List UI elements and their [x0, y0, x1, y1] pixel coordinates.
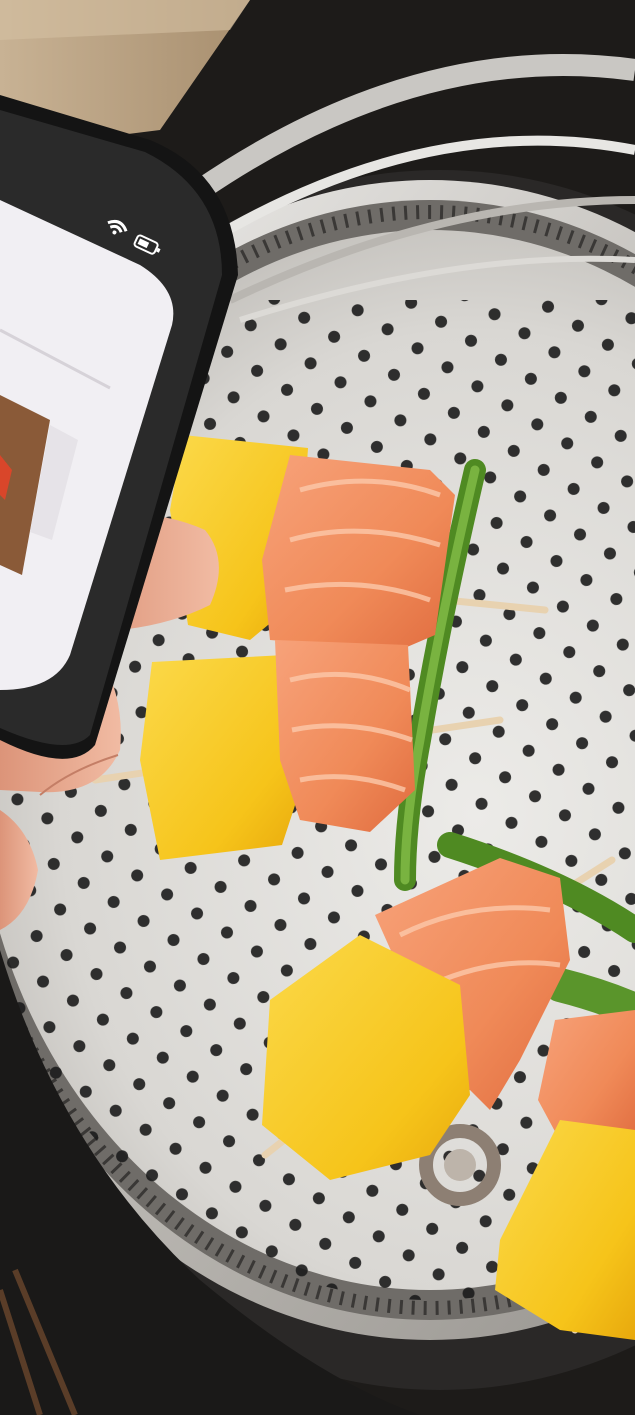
photo-scene: [0, 0, 635, 1415]
